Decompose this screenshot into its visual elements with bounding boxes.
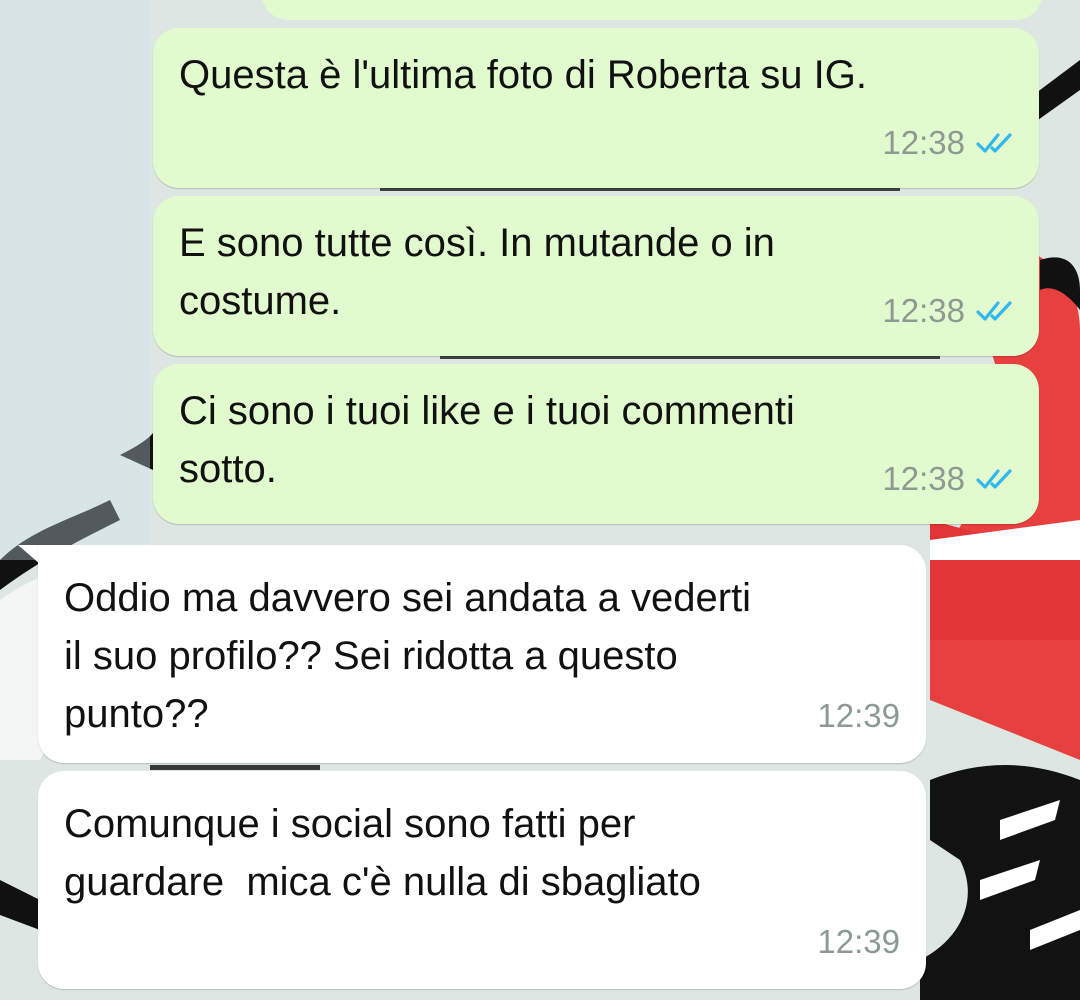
read-ticks-icon [975, 299, 1015, 323]
message-time: 12:39 [817, 923, 900, 960]
message-text: Oddio ma davvero sei andata a vederti il… [64, 576, 752, 736]
previous-message-bubble-edge [262, 0, 1042, 20]
message-bubble-outgoing[interactable]: Questa è l'ultima foto di Roberta su IG.… [153, 28, 1039, 188]
message-meta: 12:39 [817, 687, 900, 745]
message-time: 12:39 [817, 697, 900, 734]
message-bubble-outgoing[interactable]: E sono tutte così. In mutande o in costu… [153, 196, 1039, 356]
read-ticks-icon [975, 131, 1015, 155]
message-time: 12:38 [882, 124, 965, 161]
message-meta: 12:38 [882, 114, 1015, 172]
message-meta: 12:38 [882, 282, 1015, 340]
message-text: Comunque i social sono fatti per guardar… [64, 802, 701, 904]
message-time: 12:38 [882, 292, 965, 329]
message-bubble-incoming[interactable]: Oddio ma davvero sei andata a vederti il… [38, 545, 926, 763]
message-text: Questa è l'ultima foto di Roberta su IG. [179, 53, 867, 97]
message-meta: 12:39 [817, 913, 900, 971]
message-meta: 12:38 [882, 450, 1015, 508]
message-time: 12:38 [882, 460, 965, 497]
read-ticks-icon [975, 467, 1015, 491]
message-bubble-incoming[interactable]: Comunque i social sono fatti per guardar… [38, 771, 926, 989]
message-bubble-outgoing[interactable]: Ci sono i tuoi like e i tuoi commenti so… [153, 364, 1039, 524]
